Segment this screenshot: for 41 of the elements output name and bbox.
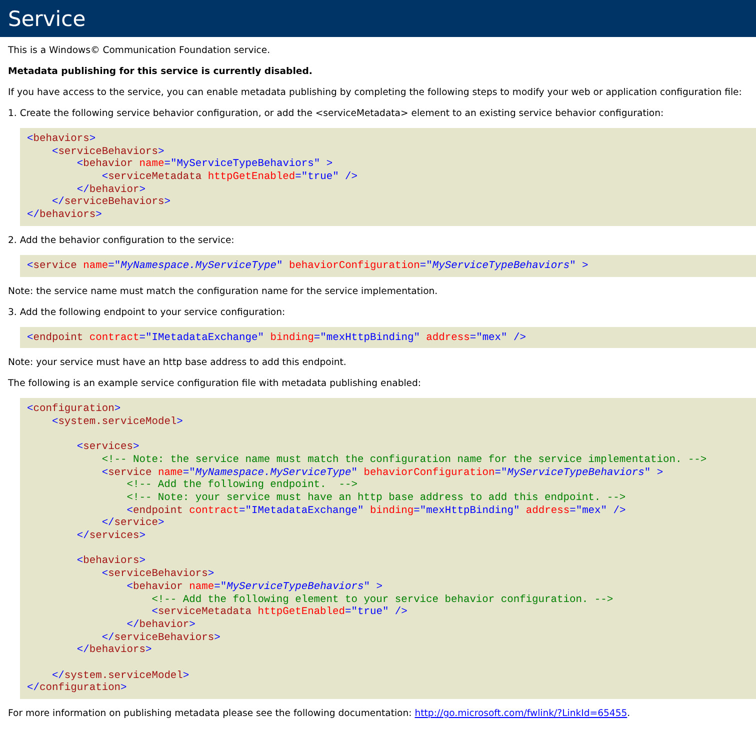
code-line: <behavior name="MyServiceTypeBehaviors" > (126, 580, 384, 594)
code-line: <!-- Note: your service must have an http base address to add this endpoint. --> (126, 492, 627, 505)
code-line: </serviceBehaviors> (52, 196, 172, 210)
code-line: </behaviors> (76, 644, 153, 657)
code-line: <behaviors> (27, 133, 97, 146)
paragraph: 1. Create the following service behavior configuration, or add the <serviceMetadata> element to an existing service behavior configuration: (8, 107, 665, 120)
code-line: </behaviors> (27, 209, 103, 222)
code-line: </behavior> (76, 184, 146, 196)
documentation-link[interactable]: http://go.microsoft.com/fwlink/?LinkId=65455 (414, 708, 628, 719)
paragraph: If you have access to the service, you can enable metadata publishing by completing the following steps to modify your web or application configuration file: (8, 86, 743, 99)
code-line: <!-- Note: the service name must match the configuration name for the service implementation. --> (102, 454, 708, 467)
code-line: <serviceMetadata httpGetEnabled="true" /> (102, 171, 359, 184)
code-line: </configuration> (27, 682, 128, 695)
paragraph: 2. Add the behavior configuration to the service: (8, 234, 236, 247)
paragraph: Note: the service name must match the configuration name for the service implementation. (8, 284, 439, 298)
code-line: <serviceBehaviors> (102, 568, 216, 581)
code-line: <endpoint contract="IMetadataExchange" binding="mexHttpBinding" address="mex" /> (126, 504, 627, 518)
heading-text: Metadata publishing for this service is currently disabled. (8, 65, 314, 78)
code-line: <behavior name="MyServiceTypeBehaviors" > (76, 158, 334, 172)
code-line: <!-- Add the following endpoint. --> (126, 479, 358, 492)
code-line: <service name="MyNamespace.MyServiceType" behaviorConfiguration="MyServiceTypeBehaviors" > (27, 260, 590, 272)
paragraph: This is a Windows© Communication Foundation service. (8, 44, 272, 57)
code-line: <system.serviceModel> (52, 416, 184, 429)
page-title: Service (8, 6, 86, 30)
paragraph: The following is an example service configuration file with metadata publishing enabled: (8, 377, 422, 390)
code-line: <!-- Add the following element to your service behavior configuration. --> (152, 594, 614, 606)
code-line: </behavior> (126, 618, 196, 632)
code-line: <serviceMetadata httpGetEnabled="true" /> (152, 606, 408, 619)
code-line: </system.serviceModel> (52, 670, 190, 682)
code-line: <endpoint contract="IMetadataExchange" binding="mexHttpBinding" address="mex" /> (27, 332, 527, 344)
code-line: <behaviors> (76, 555, 146, 568)
code-line: <services> (76, 441, 140, 454)
code-line: <serviceBehaviors> (52, 146, 166, 158)
code-line: </services> (76, 530, 146, 543)
code-line: </serviceBehaviors> (102, 632, 222, 644)
paragraph: For more information on publishing metadata please see the following documentation: http://go.microsoft.com/fwlink/?LinkId=65455. (8, 707, 632, 720)
paragraph: Note: your service must have an http base address to add this endpoint. (8, 356, 348, 370)
paragraph: 3. Add the following endpoint to your service configuration: (8, 306, 286, 318)
code-line: <service name="MyNamespace.MyServiceType" behaviorConfiguration="MyServiceTypeBehaviors" > (102, 466, 664, 480)
code-line: <configuration> (27, 403, 122, 416)
code-line: </service> (102, 517, 166, 530)
